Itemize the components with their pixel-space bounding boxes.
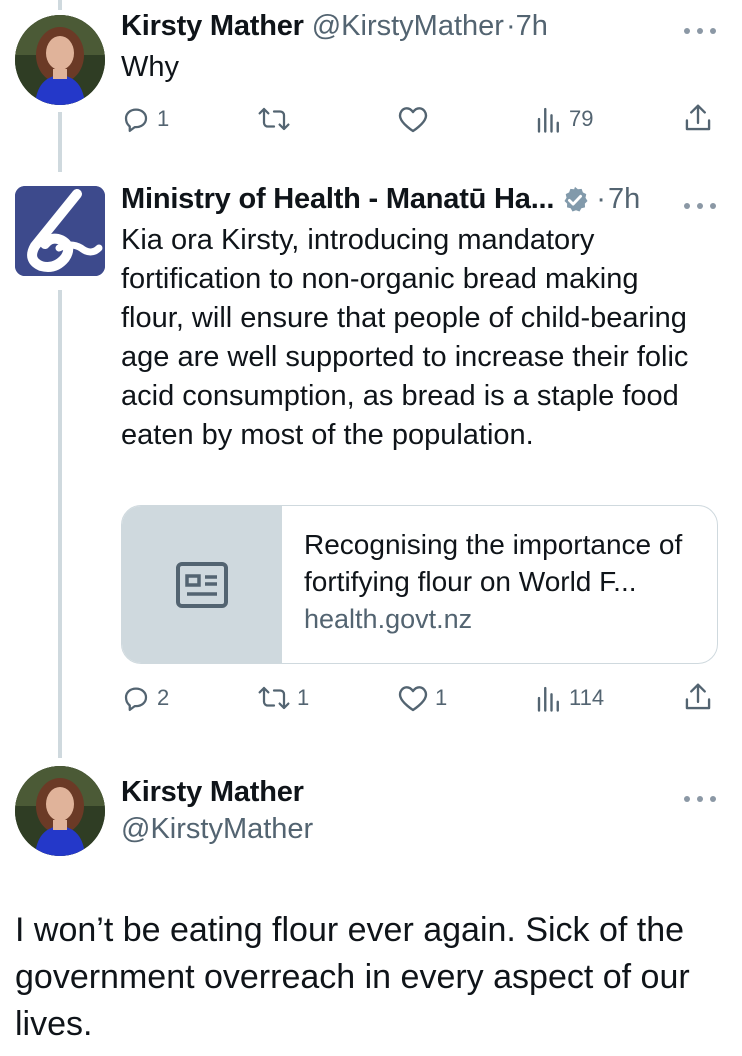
reply-icon: [124, 687, 148, 711]
card-thumbnail: [122, 506, 282, 663]
author-name[interactable]: Kirsty Mather: [121, 10, 304, 43]
thread-line: [58, 112, 62, 172]
views-icon: [537, 686, 559, 712]
author-handle[interactable]: @KirstyMather: [312, 10, 504, 43]
separator-dot: ·: [596, 183, 606, 215]
tweet-text: Why: [121, 51, 179, 83]
reply-count: 2: [157, 685, 170, 710]
more-options-icon[interactable]: [683, 193, 717, 216]
timestamp[interactable]: 7h: [608, 183, 640, 216]
repost-icon: [258, 107, 290, 131]
share-icon: [685, 104, 711, 131]
views-icon: [537, 107, 559, 133]
author-name[interactable]: Ministry of Health - Manatū Ha...: [121, 183, 554, 216]
reply-icon: [124, 108, 148, 132]
views-button[interactable]: 79: [535, 104, 593, 134]
repost-count: 1: [297, 685, 310, 710]
more-options-icon[interactable]: [683, 18, 717, 41]
like-count: 1: [435, 685, 448, 710]
avatar[interactable]: [15, 15, 105, 105]
like-button[interactable]: 1: [397, 683, 447, 713]
card-text: Recognising the importance of fortifying…: [304, 526, 707, 635]
author-handle[interactable]: @KirstyMather: [121, 813, 313, 846]
thread-line: [58, 290, 62, 758]
repost-icon: [258, 686, 290, 710]
card-title: Recognising the importance of fortifying…: [304, 529, 683, 597]
ministry-logo-avatar[interactable]: [15, 186, 105, 276]
repost-button[interactable]: [257, 104, 291, 134]
heart-icon: [398, 686, 428, 712]
article-icon: [176, 561, 228, 608]
more-options-icon[interactable]: [683, 786, 717, 809]
tweet-text: Kia ora Kirsty, introducing mandatory fo…: [121, 224, 689, 451]
tweet1-actions: 1 79: [121, 102, 721, 138]
tweet1-header: Kirsty Mather @KirstyMather · 7h: [121, 10, 548, 43]
reply-button[interactable]: 1: [121, 104, 169, 134]
verified-badge-icon: [564, 186, 588, 211]
tweet-text: I won’t be eating flour ever again. Sick…: [15, 911, 690, 1043]
thread-line: [58, 0, 62, 10]
avatar[interactable]: [15, 766, 105, 856]
card-domain: health.govt.nz: [304, 604, 473, 634]
heart-icon: [398, 107, 428, 133]
author-name[interactable]: Kirsty Mather: [121, 776, 304, 809]
separator-dot: ·: [505, 10, 516, 42]
views-count: 79: [569, 106, 594, 131]
views-count: 114: [569, 685, 605, 710]
share-icon: [685, 683, 711, 710]
tweet2-header: Ministry of Health - Manatū Ha... · 7h: [121, 183, 640, 216]
share-button[interactable]: [683, 102, 713, 134]
timestamp[interactable]: 7h: [516, 10, 548, 43]
share-button[interactable]: [683, 681, 713, 713]
link-preview-card[interactable]: Recognising the importance of fortifying…: [121, 505, 718, 664]
reply-button[interactable]: 2: [121, 683, 169, 713]
reply-count: 1: [157, 106, 170, 131]
like-button[interactable]: [397, 104, 429, 134]
views-button[interactable]: 114: [535, 683, 604, 713]
repost-button[interactable]: 1: [257, 683, 309, 713]
tweet2-actions: 2 1 1 114: [121, 681, 721, 717]
